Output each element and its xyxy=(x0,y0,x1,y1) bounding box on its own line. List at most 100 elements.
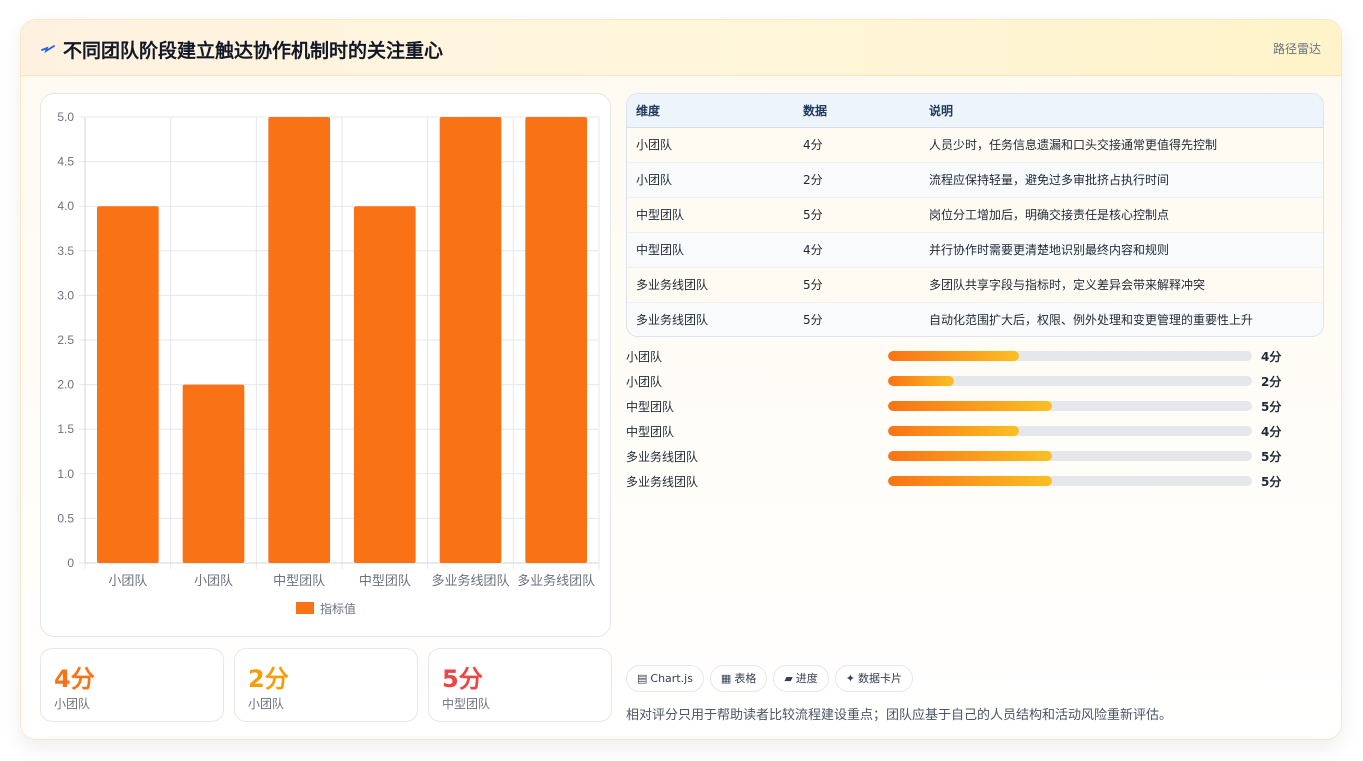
bar xyxy=(96,206,159,563)
bar xyxy=(525,117,588,563)
table-cell: 多业务线团队 xyxy=(627,302,794,336)
progress-value: 4分 xyxy=(1261,425,1282,439)
column-header: 说明 xyxy=(920,94,1323,128)
x-tick-label: 中型团队 xyxy=(273,574,325,589)
table-cell: 自动化范围扩大后，权限、例外处理和变更管理的重要性上升 xyxy=(920,302,1323,336)
data-table-panel: 维度 数据 说明 小团队 4分 人员少时，任务信息遗漏和口头交接通常更值得先控制… xyxy=(626,93,1324,337)
x-tick-label: 中型团队 xyxy=(359,574,411,589)
stat-label: 小团队 xyxy=(248,697,285,711)
progress-label: 多业务线团队 xyxy=(626,450,699,464)
progress-row: 中型团队 4分 xyxy=(626,422,1326,447)
progress-list: 小团队 4分 小团队 2分 中型团队 5分 中型团队 4分 多业务线团队 5分 多业务线团队 5分 xyxy=(626,347,1326,497)
y-tick-label: 1.5 xyxy=(57,422,74,436)
card-icon: ✦ xyxy=(845,672,856,685)
stat-label: 中型团队 xyxy=(442,697,491,711)
x-tick-label: 小团队 xyxy=(108,574,147,589)
dashboard-card: 不同团队阶段建立触达协作机制时的关注重心 路径雷达 0 0.5 1.0 1.5 2.0 2… xyxy=(20,19,1342,740)
table-cell: 中型团队 xyxy=(627,197,794,233)
table-cell: 小团队 xyxy=(627,162,794,198)
progress-fill xyxy=(888,351,1020,361)
table-cell: 5分 xyxy=(794,302,920,336)
x-tick-label: 多业务线团队 xyxy=(431,573,509,589)
table-row: 中型团队 5分 岗位分工增加后，明确交接责任是核心控制点 xyxy=(627,197,1323,233)
page-title: 不同团队阶段建立触达协作机制时的关注重心 xyxy=(63,40,444,62)
bar-chart-panel: 0 0.5 1.0 1.5 2.0 2.5 3.0 3.5 4.0 4.5 5.0 小团队 小团队 中型团… xyxy=(40,93,611,637)
bar xyxy=(182,384,245,563)
table-cell: 流程应保持轻量，避免过多审批挤占执行时间 xyxy=(920,162,1323,198)
table-cell: 5分 xyxy=(794,267,920,303)
table-row: 小团队 2分 流程应保持轻量，避免过多审批挤占执行时间 xyxy=(627,162,1323,198)
tag-chart[interactable]: ▤ Chart.js xyxy=(626,665,704,692)
tag-label: Chart.js xyxy=(650,672,693,685)
table-row: 小团队 4分 人员少时，任务信息遗漏和口头交接通常更值得先控制 xyxy=(627,127,1323,163)
table-cell: 岗位分工增加后，明确交接责任是核心控制点 xyxy=(920,197,1323,233)
progress-track xyxy=(888,401,1252,411)
progress-value: 4分 xyxy=(1261,350,1282,364)
x-tick-label: 小团队 xyxy=(194,574,233,589)
footnote: 相对评分只用于帮助读者比较流程建设重点；团队应基于自己的人员结构和活动风险重新评… xyxy=(626,708,1173,723)
progress-value: 5分 xyxy=(1261,475,1282,489)
header-badge: 路径雷达 xyxy=(1272,42,1321,56)
stat-card-3: 5分 中型团队 xyxy=(428,648,612,722)
table-cell: 多业务线团队 xyxy=(627,267,794,303)
table-cell: 4分 xyxy=(794,232,920,268)
y-tick-label: 2.0 xyxy=(57,378,74,392)
tag-table[interactable]: ▦ 表格 xyxy=(709,665,768,692)
y-tick-label: 0 xyxy=(67,556,74,570)
stat-value: 4分 xyxy=(54,665,95,693)
y-tick-label: 3.0 xyxy=(57,288,74,302)
table-cell: 4分 xyxy=(794,127,920,163)
y-tick-label: 0.5 xyxy=(57,511,74,525)
tag-list: ▤ Chart.js ▦ 表格 ▰ 进度 ✦ 数据卡片 xyxy=(626,665,919,692)
progress-label: 小团队 xyxy=(626,375,663,389)
progress-fill xyxy=(888,426,1020,436)
table-cell: 人员少时，任务信息遗漏和口头交接通常更值得先控制 xyxy=(920,127,1323,163)
table-cell: 多团队共享字段与指标时，定义差异会带来解释冲突 xyxy=(920,267,1323,303)
progress-row: 小团队 2分 xyxy=(626,372,1326,397)
table-row: 多业务线团队 5分 自动化范围扩大后，权限、例外处理和变更管理的重要性上升 xyxy=(627,302,1323,336)
progress-value: 2分 xyxy=(1261,375,1282,389)
tag-card[interactable]: ✦ 数据卡片 xyxy=(834,665,914,692)
progress-track xyxy=(888,451,1252,461)
table-header-row: 维度 数据 说明 xyxy=(627,94,1323,128)
column-header: 数据 xyxy=(794,94,920,128)
progress-label: 中型团队 xyxy=(626,425,675,439)
bar xyxy=(353,206,416,563)
y-tick-label: 4.5 xyxy=(57,155,74,169)
spark-icon xyxy=(41,45,55,54)
y-tick-label: 4.0 xyxy=(57,199,74,213)
stat-value: 2分 xyxy=(248,665,289,693)
stat-card-2: 2分 小团队 xyxy=(234,648,418,722)
data-table: 维度 数据 说明 小团队 4分 人员少时，任务信息遗漏和口头交接通常更值得先控制… xyxy=(627,94,1323,336)
stat-label: 小团队 xyxy=(54,697,91,711)
progress-row: 小团队 4分 xyxy=(626,347,1326,372)
stat-card-1: 4分 小团队 xyxy=(40,648,224,722)
bar-chart: 0 0.5 1.0 1.5 2.0 2.5 3.0 3.5 4.0 4.5 5.0 小团队 小团队 中型团… xyxy=(57,110,600,616)
table-icon: ▦ xyxy=(720,672,732,685)
x-tick-label: 多业务线团队 xyxy=(517,573,595,589)
progress-fill xyxy=(888,376,954,386)
tag-progress[interactable]: ▰ 进度 xyxy=(773,665,829,692)
progress-label: 多业务线团队 xyxy=(626,475,699,489)
progress-track xyxy=(888,351,1252,361)
progress-fill xyxy=(888,401,1052,411)
progress-label: 中型团队 xyxy=(626,400,675,414)
progress-value: 5分 xyxy=(1261,400,1282,414)
y-tick-label: 2.5 xyxy=(57,333,74,347)
bar xyxy=(268,117,331,563)
card-header: 不同团队阶段建立触达协作机制时的关注重心 路径雷达 xyxy=(21,20,1341,76)
progress-row: 中型团队 5分 xyxy=(626,397,1326,422)
progress-fill xyxy=(888,451,1052,461)
legend-label: 指标值 xyxy=(320,601,356,616)
stat-value: 5分 xyxy=(442,665,483,693)
y-tick-label: 3.5 xyxy=(57,244,74,258)
progress-row: 多业务线团队 5分 xyxy=(626,472,1326,497)
tag-label: 表格 xyxy=(734,672,757,685)
progress-track xyxy=(888,426,1252,436)
column-header: 维度 xyxy=(627,94,794,128)
table-cell: 中型团队 xyxy=(627,232,794,268)
progress-row: 多业务线团队 5分 xyxy=(626,447,1326,472)
bar xyxy=(439,117,502,563)
progress-track xyxy=(888,376,1252,386)
progress-fill xyxy=(888,476,1052,486)
